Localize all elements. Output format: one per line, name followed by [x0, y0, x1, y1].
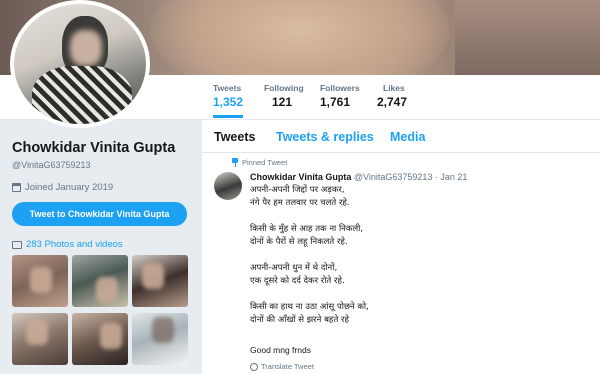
timeline-panel: Tweets Tweets & replies Media Pinned Twe…	[202, 120, 600, 374]
stat-value: 2,747	[377, 95, 408, 109]
stat-label: Followers	[320, 83, 360, 93]
joined-date: Joined January 2019	[12, 182, 113, 193]
tweet-author[interactable]: Chowkidar Vinita Gupta	[250, 172, 351, 182]
tweet-greeting: Good mng frnds	[250, 345, 311, 355]
tweet-line: एक दूसरे को दर्द देकर रोते रहे.	[250, 276, 345, 286]
tweet-line: किसी का हाथ ना उठा आंसू पोछने को,	[250, 302, 369, 312]
photo-thumbnail[interactable]	[132, 255, 188, 307]
stat-following[interactable]: Following 121	[264, 83, 304, 109]
stat-followers[interactable]: Followers 1,761	[320, 83, 360, 109]
profile-handle[interactable]: @VinitaG63759213	[12, 160, 91, 170]
profile-avatar[interactable]	[10, 0, 150, 128]
tweet-line: अपनी-अपनी जिद्दों पर अड़कर,	[250, 185, 345, 195]
photo-thumbnail[interactable]	[12, 313, 68, 365]
stat-label: Likes	[383, 83, 405, 93]
tweet-to-button[interactable]: Tweet to Chowkidar Vinita Gupta	[12, 202, 187, 226]
tweet-header: Chowkidar Vinita Gupta @VinitaG63759213 …	[250, 172, 467, 182]
tweet-line: दोनों की आँखों से झरने बहते रहे	[250, 315, 349, 325]
translate-tweet-link[interactable]: Translate Tweet	[250, 362, 314, 371]
tweet-line: दोनों के पैरों से लहू निकलते रहे.	[250, 237, 348, 247]
tab-tweets[interactable]: Tweets	[214, 130, 255, 144]
stat-tweets[interactable]: Tweets 1,352	[213, 83, 244, 118]
tweet-text: अपनी-अपनी जिद्दों पर अड़कर, नंगे पैर हम …	[250, 184, 590, 327]
globe-icon	[250, 362, 258, 371]
image-icon	[12, 240, 22, 249]
profile-name[interactable]: Chowkidar Vinita Gupta	[12, 140, 175, 156]
pin-icon	[232, 158, 238, 167]
photo-thumbnail[interactable]	[132, 313, 188, 365]
photos-videos-label: 283 Photos and videos	[26, 239, 123, 250]
calendar-icon	[12, 183, 21, 192]
photo-thumbnail[interactable]	[12, 255, 68, 307]
tweet-line: अपनी-अपनी धुन में थे दोनों,	[250, 263, 338, 273]
timeline-tabs: Tweets Tweets & replies Media	[202, 120, 600, 153]
photo-thumbnail[interactable]	[72, 255, 128, 307]
tab-media[interactable]: Media	[390, 130, 425, 144]
photos-videos-link[interactable]: 283 Photos and videos	[12, 239, 123, 250]
joined-text: Joined January 2019	[25, 182, 114, 193]
tweet-line: नंगे पैर हम तलवार पर चलते रहे.	[250, 198, 350, 208]
translate-label: Translate Tweet	[261, 362, 314, 371]
tab-tweets-replies[interactable]: Tweets & replies	[276, 130, 374, 144]
stat-label: Tweets	[213, 83, 242, 93]
pinned-text: Pinned Tweet	[242, 158, 288, 167]
tweet-handle-date[interactable]: @VinitaG63759213 · Jan 21	[354, 172, 468, 182]
tweet-avatar[interactable]	[214, 172, 242, 200]
stat-label: Following	[264, 83, 304, 93]
tweet-line: किसी के मुँह से आह तक ना निकली,	[250, 224, 364, 234]
stat-value: 1,761	[320, 95, 351, 109]
pinned-label: Pinned Tweet	[232, 158, 287, 167]
stat-likes[interactable]: Likes 2,747	[377, 83, 407, 109]
stat-value: 1,352	[213, 95, 244, 109]
photo-thumbnail[interactable]	[72, 313, 128, 365]
stat-value: 121	[272, 95, 293, 109]
